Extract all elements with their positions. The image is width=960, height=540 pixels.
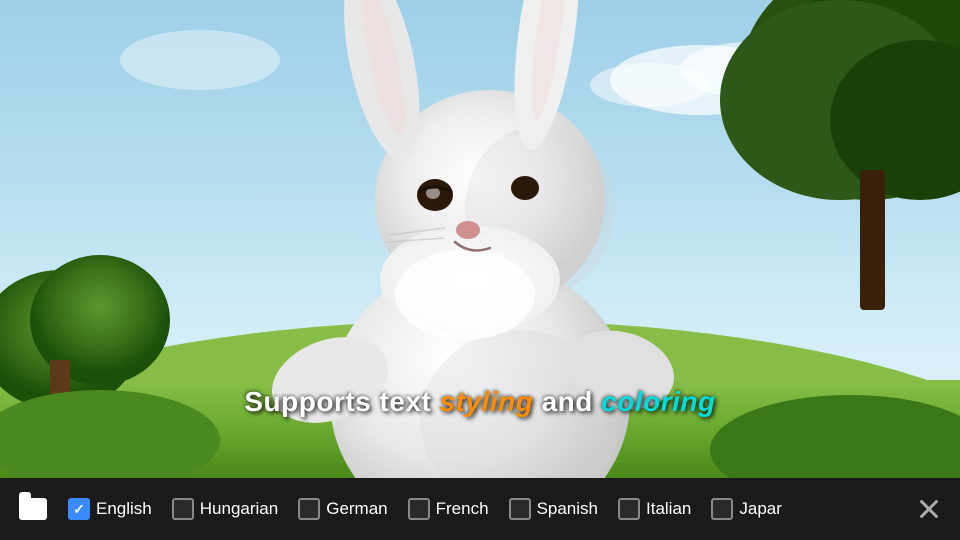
subtitle-part-colored: coloring [601, 386, 715, 417]
video-area: Supports text styling and coloring [0, 0, 960, 478]
checkbox-hungarian[interactable] [172, 498, 194, 520]
subtitle-part-2: and [533, 386, 601, 417]
subtitle-area: Supports text styling and coloring [0, 386, 960, 418]
lang-label-english: English [96, 499, 152, 519]
lang-label-italian: Italian [646, 499, 691, 519]
lang-item-french[interactable]: French [398, 478, 499, 540]
lang-item-english[interactable]: English [58, 478, 162, 540]
lang-item-hungarian[interactable]: Hungarian [162, 478, 288, 540]
lang-item-spanish[interactable]: Spanish [499, 478, 608, 540]
close-button[interactable] [906, 478, 952, 540]
close-icon [917, 497, 941, 521]
app-container: Supports text styling and coloring Engli… [0, 0, 960, 540]
folder-button[interactable] [8, 478, 58, 540]
checkbox-english[interactable] [68, 498, 90, 520]
lang-item-japanese[interactable]: Japar [701, 478, 792, 540]
checkbox-german[interactable] [298, 498, 320, 520]
checkbox-italian[interactable] [618, 498, 640, 520]
lang-item-italian[interactable]: Italian [608, 478, 701, 540]
lang-item-german[interactable]: German [288, 478, 397, 540]
checkbox-japanese[interactable] [711, 498, 733, 520]
lang-label-japanese: Japar [739, 499, 782, 519]
lang-label-german: German [326, 499, 387, 519]
toolbar: English Hungarian German French Spanish … [0, 478, 960, 540]
lang-label-spanish: Spanish [537, 499, 598, 519]
subtitle-text: Supports text styling and coloring [244, 386, 715, 418]
subtitle-part-styled: styling [440, 386, 534, 417]
checkbox-french[interactable] [408, 498, 430, 520]
subtitle-part-1: Supports text [244, 386, 439, 417]
lang-label-hungarian: Hungarian [200, 499, 278, 519]
folder-icon [19, 498, 47, 520]
checkbox-spanish[interactable] [509, 498, 531, 520]
lang-label-french: French [436, 499, 489, 519]
